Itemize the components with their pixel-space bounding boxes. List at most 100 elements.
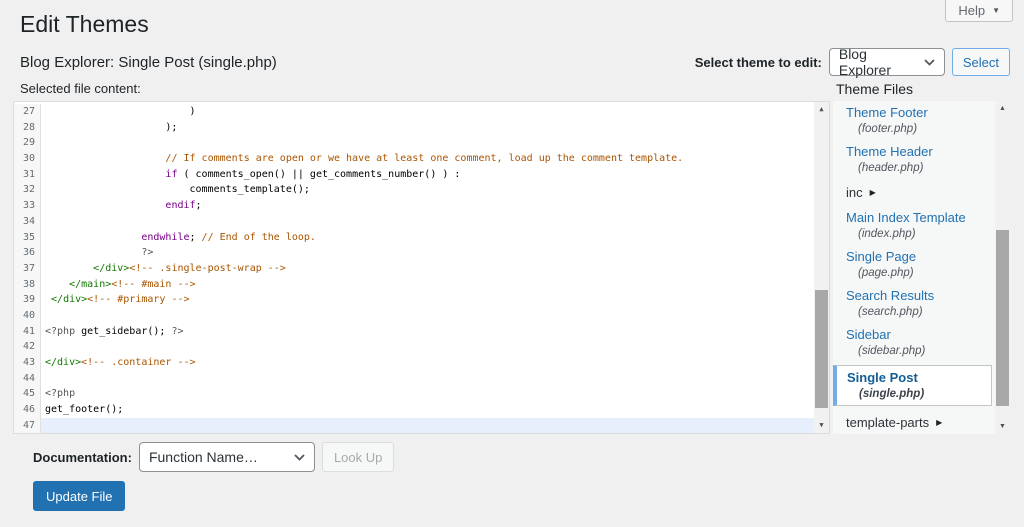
file-link-label: Theme Header xyxy=(846,145,992,159)
code-line-47[interactable]: 47 xyxy=(14,418,829,434)
documentation-label: Documentation: xyxy=(33,450,132,465)
code-text: <?php xyxy=(41,386,829,402)
theme-file-single-post[interactable]: Single Post (single.php) xyxy=(833,365,992,406)
code-editor[interactable]: 27 )28 );2930 // If comments are open or… xyxy=(13,101,830,434)
theme-folder-template-parts[interactable]: template-parts▶ xyxy=(833,409,1010,434)
code-line-46[interactable]: 46get_footer(); xyxy=(14,402,829,418)
code-line-40[interactable]: 40 xyxy=(14,308,829,324)
line-number: 36 xyxy=(14,245,41,261)
theme-select-dropdown[interactable]: Blog Explorer xyxy=(829,48,945,76)
code-text xyxy=(41,418,829,434)
files-scrollbar-thumb[interactable] xyxy=(996,230,1009,406)
theme-files-list: Theme Footer (footer.php) Theme Header (hea… xyxy=(833,101,1010,434)
chevron-down-icon: ▼ xyxy=(992,1,1000,21)
line-number: 46 xyxy=(14,402,41,418)
folder-expand-icon: ▶ xyxy=(936,418,942,427)
file-link-label: Search Results xyxy=(846,289,992,303)
chevron-down-icon xyxy=(924,59,935,66)
code-line-37[interactable]: 37 </div><!-- .single-post-wrap --> xyxy=(14,261,829,277)
code-line-36[interactable]: 36 ?> xyxy=(14,245,829,261)
code-text: // If comments are open or we have at le… xyxy=(41,151,829,167)
scroll-up-icon[interactable]: ▲ xyxy=(814,102,829,117)
scroll-up-icon[interactable]: ▲ xyxy=(995,101,1010,116)
editor-scrollbar-thumb[interactable] xyxy=(815,290,828,408)
scroll-down-icon[interactable]: ▼ xyxy=(995,419,1010,434)
line-number: 40 xyxy=(14,308,41,324)
code-line-41[interactable]: 41<?php get_sidebar(); ?> xyxy=(14,324,829,340)
code-text xyxy=(41,135,829,151)
line-number: 29 xyxy=(14,135,41,151)
code-text xyxy=(41,339,829,355)
code-text: if ( comments_open() || get_comments_num… xyxy=(41,167,829,183)
code-text xyxy=(41,214,829,230)
code-line-39[interactable]: 39 </div><!-- #primary --> xyxy=(14,292,829,308)
file-link-label: Single Post xyxy=(847,371,973,385)
line-number: 42 xyxy=(14,339,41,355)
code-line-32[interactable]: 32 comments_template(); xyxy=(14,182,829,198)
scroll-down-icon[interactable]: ▼ xyxy=(814,418,829,433)
update-file-button[interactable]: Update File xyxy=(33,481,125,511)
code-line-44[interactable]: 44 xyxy=(14,371,829,387)
file-name: (header.php) xyxy=(846,162,992,174)
theme-file-theme-header[interactable]: Theme Header (header.php) xyxy=(833,140,1010,179)
code-text: get_footer(); xyxy=(41,402,829,418)
code-line-29[interactable]: 29 xyxy=(14,135,829,151)
look-up-button[interactable]: Look Up xyxy=(322,442,394,472)
help-button-label: Help xyxy=(958,1,985,21)
file-name: (single.php) xyxy=(847,388,973,400)
theme-folder-inc[interactable]: inc▶ xyxy=(833,179,1010,206)
file-link-label: Single Page xyxy=(846,250,992,264)
theme-file-theme-footer[interactable]: Theme Footer (footer.php) xyxy=(833,101,1010,140)
code-text: ) xyxy=(41,104,829,120)
code-text: </main><!-- #main --> xyxy=(41,277,829,293)
code-line-33[interactable]: 33 endif; xyxy=(14,198,829,214)
documentation-value: Function Name… xyxy=(149,449,258,465)
editor-scrollbar[interactable]: ▲ ▼ xyxy=(814,102,829,433)
code-area: 27 )28 );2930 // If comments are open or… xyxy=(14,102,829,433)
documentation-row: Documentation: Function Name… Look Up xyxy=(33,442,830,472)
theme-files-column: Theme Files Theme Footer(footer.php)Them… xyxy=(833,76,1010,511)
file-name: (page.php) xyxy=(846,267,992,279)
file-name: (index.php) xyxy=(846,228,992,240)
code-line-43[interactable]: 43</div><!-- .container --> xyxy=(14,355,829,371)
code-text: comments_template(); xyxy=(41,182,829,198)
theme-file-single-page[interactable]: Single Page (page.php) xyxy=(833,245,1010,284)
code-line-31[interactable]: 31 if ( comments_open() || get_comments_… xyxy=(14,167,829,183)
code-text: </div><!-- .single-post-wrap --> xyxy=(41,261,829,277)
file-name: (footer.php) xyxy=(846,123,992,135)
line-number: 30 xyxy=(14,151,41,167)
select-theme-button[interactable]: Select xyxy=(952,48,1010,76)
files-scrollbar[interactable]: ▲ ▼ xyxy=(995,101,1010,434)
code-line-28[interactable]: 28 ); xyxy=(14,120,829,136)
line-number: 41 xyxy=(14,324,41,340)
theme-select-row: Select theme to edit: Blog Explorer Sele… xyxy=(695,48,1010,76)
line-number: 39 xyxy=(14,292,41,308)
file-name: (search.php) xyxy=(846,306,992,318)
code-line-45[interactable]: 45<?php xyxy=(14,386,829,402)
code-text: </div><!-- #primary --> xyxy=(41,292,829,308)
line-number: 44 xyxy=(14,371,41,387)
line-number: 28 xyxy=(14,120,41,136)
code-text xyxy=(41,308,829,324)
folder-expand-icon: ▶ xyxy=(870,188,876,197)
code-line-27[interactable]: 27 ) xyxy=(14,104,829,120)
file-name: (sidebar.php) xyxy=(846,345,992,357)
line-number: 38 xyxy=(14,277,41,293)
code-line-38[interactable]: 38 </main><!-- #main --> xyxy=(14,277,829,293)
documentation-dropdown[interactable]: Function Name… xyxy=(139,442,315,472)
code-text xyxy=(41,371,829,387)
code-line-35[interactable]: 35 endwhile; // End of the loop. xyxy=(14,230,829,246)
help-button[interactable]: Help ▼ xyxy=(945,0,1013,22)
line-number: 27 xyxy=(14,104,41,120)
line-number: 32 xyxy=(14,182,41,198)
page-title: Edit Themes xyxy=(0,0,1024,38)
code-line-42[interactable]: 42 xyxy=(14,339,829,355)
code-line-30[interactable]: 30 // If comments are open or we have at… xyxy=(14,151,829,167)
line-number: 45 xyxy=(14,386,41,402)
theme-file-main-index-template[interactable]: Main Index Template(index.php) xyxy=(833,206,1010,245)
code-line-34[interactable]: 34 xyxy=(14,214,829,230)
theme-select-value: Blog Explorer xyxy=(839,46,916,78)
theme-file-search-results[interactable]: Search Results (search.php) xyxy=(833,284,1010,323)
theme-file-sidebar[interactable]: Sidebar(sidebar.php) xyxy=(833,323,1010,362)
file-link-label: Theme Footer xyxy=(846,106,992,120)
